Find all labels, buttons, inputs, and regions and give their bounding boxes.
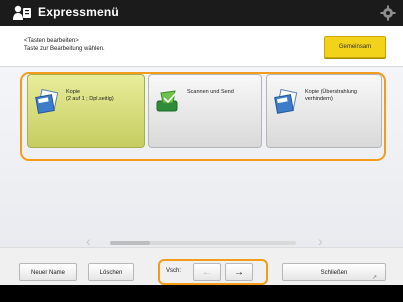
shared-button[interactable]: Gemeinsam [324, 36, 386, 58]
move-label: Vsch: [166, 268, 182, 274]
scan-send-icon [155, 89, 181, 115]
tile-label: Scannen und Send [187, 89, 234, 95]
copy-icon [273, 88, 299, 115]
close-button[interactable]: Schließen [282, 263, 386, 281]
express-menu-icon [12, 4, 32, 22]
instruction-text: Taste zur Bearbeitung wählen. [24, 46, 105, 52]
header: <Tasten bearbeiten> Taste zur Bearbeitun… [0, 26, 403, 67]
bottom-bar [0, 285, 403, 302]
instruction-title: <Tasten bearbeiten> [24, 38, 79, 44]
gear-icon[interactable] [380, 5, 396, 21]
rename-button[interactable]: Neuer Name [19, 263, 77, 281]
tile-scan-and-send[interactable]: Scannen und Send [148, 74, 262, 148]
copy-icon [34, 88, 60, 115]
tile-label: Kopie (Überstrahlung verhindern) [305, 89, 357, 102]
scrollbar[interactable] [110, 241, 296, 245]
tile-copy-no-bleed[interactable]: Kopie (Überstrahlung verhindern) [266, 74, 382, 148]
corner-mark-icon: ↗ [372, 275, 378, 281]
tile-label: Kopie (2 auf 1 ; Dpl.seitig) [66, 89, 114, 102]
page-title: Expressmenü [38, 5, 119, 19]
tile-copy-2on1-duplex[interactable]: Kopie (2 auf 1 ; Dpl.seitig) [27, 74, 145, 148]
scrollbar-thumb[interactable] [110, 241, 150, 245]
move-right-button[interactable]: → [225, 263, 253, 281]
screen: Expressmenü <Tasten bearbeiten> Taste zu… [0, 0, 403, 302]
move-left-button[interactable]: ← [193, 263, 221, 281]
title-bar: Expressmenü [0, 0, 403, 26]
delete-button[interactable]: Löschen [88, 263, 134, 281]
bottom-toolbar: Neuer Name Löschen Vsch: ← → Schließen ↗ [0, 247, 403, 286]
